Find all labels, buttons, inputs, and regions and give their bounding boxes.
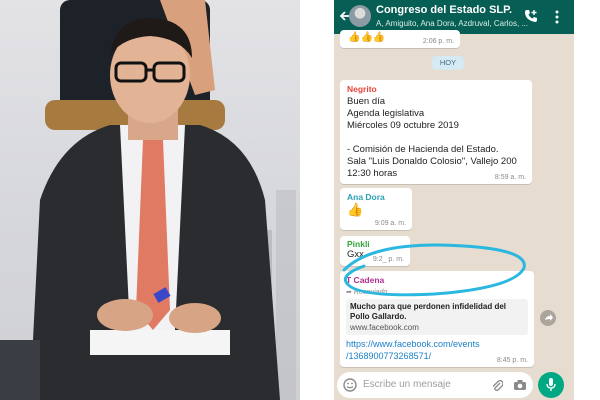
mic-icon xyxy=(546,378,556,391)
day-badge: HOY xyxy=(432,56,464,70)
man-in-suit-figure xyxy=(0,0,280,400)
chat-header: Congreso del Estado SLP. A, Amiguito, An… xyxy=(334,0,574,34)
chat-title[interactable]: Congreso del Estado SLP. xyxy=(376,4,512,16)
news-photo xyxy=(0,0,300,400)
group-avatar[interactable] xyxy=(349,5,371,27)
message-bubble: Negrito Buen día Agenda legislativa Miér… xyxy=(340,80,532,184)
message-input-placeholder[interactable]: Escribe un mensaje xyxy=(363,379,451,390)
message-time: 2:06 p. m. xyxy=(422,38,454,45)
message-sender: Negrito xyxy=(347,84,377,94)
more-menu-icon[interactable] xyxy=(554,9,560,25)
message-input-bar[interactable]: Escribe un mensaje xyxy=(337,372,533,398)
chat-participants[interactable]: A, Amiguito, Ana Dora, Azdruval, Carlos,… xyxy=(376,19,528,28)
camera-icon[interactable] xyxy=(513,379,527,391)
message-bubble: Ana Dora 👍 9:09 a. m. xyxy=(340,188,412,230)
add-call-icon[interactable] xyxy=(524,9,538,23)
message-body: Buen día Agenda legislativa Miércoles 09… xyxy=(347,96,517,179)
whatsapp-chat-screenshot: Congreso del Estado SLP. A, Amiguito, An… xyxy=(334,0,574,400)
message-time: 8:59 a. m. xyxy=(494,174,526,181)
emoji-icon[interactable] xyxy=(343,378,357,392)
hand-drawn-circle-annotation xyxy=(342,243,526,297)
attach-icon[interactable] xyxy=(491,378,503,392)
link-preview-domain: www.facebook.com xyxy=(350,323,419,332)
share-icon[interactable] xyxy=(540,310,556,326)
message-body: 👍 xyxy=(347,202,364,217)
message-sender: Ana Dora xyxy=(347,192,385,202)
message-bubble: 👍👍👍 2:06 p. m. xyxy=(340,30,460,48)
message-time: 8:45 p. m. xyxy=(496,357,528,364)
message-time: 9:09 a. m. xyxy=(374,220,406,227)
mic-button[interactable] xyxy=(538,372,564,398)
